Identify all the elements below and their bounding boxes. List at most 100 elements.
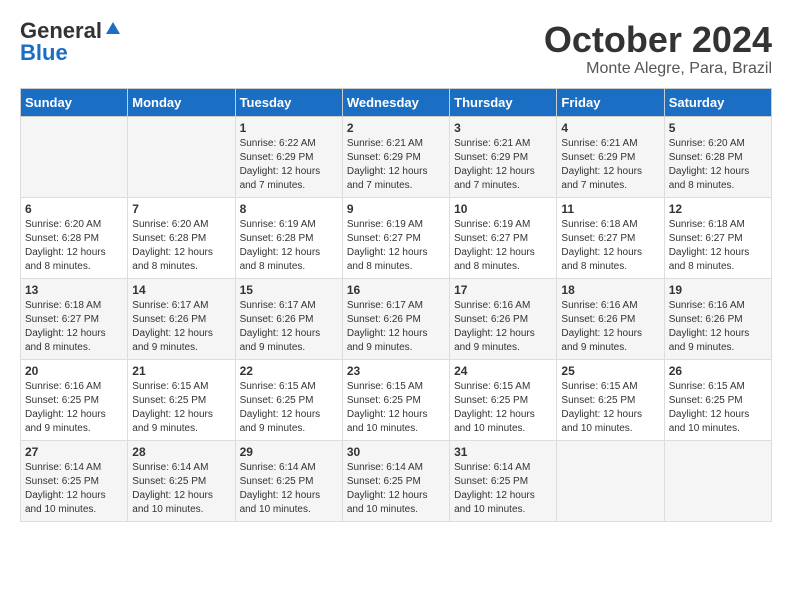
day-number: 27 (25, 445, 123, 459)
day-number: 30 (347, 445, 445, 459)
calendar-cell: 16 Sunrise: 6:17 AMSunset: 6:26 PMDayligh… (342, 278, 449, 359)
calendar-cell: 23Sunrise: 6:15 AMSunset: 6:25 PMDayligh… (342, 359, 449, 440)
logo: General Blue (20, 20, 122, 64)
day-number: 12 (669, 202, 767, 216)
day-info: Sunrise: 6:15 AMSunset: 6:25 PMDaylight:… (454, 380, 552, 436)
day-info: Sunrise: 6:16 AMSunset: 6:26 PMDaylight:… (669, 299, 767, 355)
day-number: 10 (454, 202, 552, 216)
day-number: 15 (240, 283, 338, 297)
day-info: Sunrise: 6:14 AMSunset: 6:25 PMDaylight:… (454, 461, 552, 517)
day-info: Sunrise: 6:21 AMSunset: 6:29 PMDaylight:… (347, 137, 445, 193)
calendar-week-row: 20 Sunrise: 6:16 AMSunset: 6:25 PMDayligh… (21, 359, 772, 440)
day-info: Sunrise: 6:14 AMSunset: 6:25 PMDaylight:… (240, 461, 338, 517)
day-number: 2 (347, 121, 445, 135)
day-info: Sunrise: 6:14 AMSunset: 6:25 PMDaylight:… (132, 461, 230, 517)
calendar-cell: 3 Sunrise: 6:21 AMSunset: 6:29 PMDaylight… (450, 116, 557, 197)
calendar-cell: 26 Sunrise: 6:15 AMSunset: 6:25 PMDayligh… (664, 359, 771, 440)
calendar-cell: 21Sunrise: 6:15 AMSunset: 6:25 PMDayligh… (128, 359, 235, 440)
day-info: Sunrise: 6:21 AMSunset: 6:29 PMDaylight:… (454, 137, 552, 193)
day-number: 22 (240, 364, 338, 378)
weekday-header-tuesday: Tuesday (235, 88, 342, 116)
day-info: Sunrise: 6:17 AMSunset: 6:26 PMDaylight:… (347, 299, 445, 355)
day-info: Sunrise: 6:21 AMSunset: 6:29 PMDaylight:… (561, 137, 659, 193)
day-number: 25 (561, 364, 659, 378)
calendar-cell: 31 Sunrise: 6:14 AMSunset: 6:25 PMDayligh… (450, 440, 557, 521)
day-number: 4 (561, 121, 659, 135)
day-info: Sunrise: 6:18 AMSunset: 6:27 PMDaylight:… (25, 299, 123, 355)
weekday-header-wednesday: Wednesday (342, 88, 449, 116)
day-info: Sunrise: 6:15 AMSunset: 6:25 PMDaylight:… (669, 380, 767, 436)
day-info: Sunrise: 6:16 AMSunset: 6:25 PMDaylight:… (25, 380, 123, 436)
day-number: 23 (347, 364, 445, 378)
day-number: 8 (240, 202, 338, 216)
day-number: 5 (669, 121, 767, 135)
day-number: 13 (25, 283, 123, 297)
weekday-header-sunday: Sunday (21, 88, 128, 116)
calendar-cell (557, 440, 664, 521)
calendar-cell: 30 Sunrise: 6:14 AMSunset: 6:25 PMDayligh… (342, 440, 449, 521)
location-subtitle: Monte Alegre, Para, Brazil (544, 60, 772, 78)
calendar-week-row: 13 Sunrise: 6:18 AMSunset: 6:27 PMDayligh… (21, 278, 772, 359)
day-info: Sunrise: 6:14 AMSunset: 6:25 PMDaylight:… (347, 461, 445, 517)
day-number: 20 (25, 364, 123, 378)
title-section: October 2024 Monte Alegre, Para, Brazil (544, 20, 772, 78)
calendar-cell: 15Sunrise: 6:17 AMSunset: 6:26 PMDayligh… (235, 278, 342, 359)
day-info: Sunrise: 6:15 AMSunset: 6:25 PMDaylight:… (132, 380, 230, 436)
calendar-cell: 24 Sunrise: 6:15 AMSunset: 6:25 PMDayligh… (450, 359, 557, 440)
day-number: 26 (669, 364, 767, 378)
weekday-header-thursday: Thursday (450, 88, 557, 116)
calendar-cell: 20 Sunrise: 6:16 AMSunset: 6:25 PMDayligh… (21, 359, 128, 440)
day-number: 3 (454, 121, 552, 135)
calendar-cell: 7Sunrise: 6:20 AMSunset: 6:28 PMDaylight… (128, 197, 235, 278)
calendar-cell: 25Sunrise: 6:15 AMSunset: 6:25 PMDayligh… (557, 359, 664, 440)
calendar-cell: 18 Sunrise: 6:16 AMSunset: 6:26 PMDayligh… (557, 278, 664, 359)
day-number: 28 (132, 445, 230, 459)
day-info: Sunrise: 6:17 AMSunset: 6:26 PMDaylight:… (132, 299, 230, 355)
calendar-cell: 13 Sunrise: 6:18 AMSunset: 6:27 PMDayligh… (21, 278, 128, 359)
calendar-week-row: 6 Sunrise: 6:20 AMSunset: 6:28 PMDaylight… (21, 197, 772, 278)
day-info: Sunrise: 6:14 AMSunset: 6:25 PMDaylight:… (25, 461, 123, 517)
calendar-cell: 11Sunrise: 6:18 AMSunset: 6:27 PMDayligh… (557, 197, 664, 278)
weekday-header-row: SundayMondayTuesdayWednesdayThursdayFrid… (21, 88, 772, 116)
calendar-cell: 27 Sunrise: 6:14 AMSunset: 6:25 PMDayligh… (21, 440, 128, 521)
day-number: 31 (454, 445, 552, 459)
weekday-header-saturday: Saturday (664, 88, 771, 116)
day-info: Sunrise: 6:19 AMSunset: 6:27 PMDaylight:… (454, 218, 552, 274)
calendar-cell: 10 Sunrise: 6:19 AMSunset: 6:27 PMDayligh… (450, 197, 557, 278)
day-info: Sunrise: 6:18 AMSunset: 6:27 PMDaylight:… (669, 218, 767, 274)
calendar-cell: 28 Sunrise: 6:14 AMSunset: 6:25 PMDayligh… (128, 440, 235, 521)
day-number: 24 (454, 364, 552, 378)
day-info: Sunrise: 6:15 AMSunset: 6:25 PMDaylight:… (240, 380, 338, 436)
day-info: Sunrise: 6:22 AMSunset: 6:29 PMDaylight:… (240, 137, 338, 193)
calendar-cell: 6 Sunrise: 6:20 AMSunset: 6:28 PMDaylight… (21, 197, 128, 278)
day-info: Sunrise: 6:20 AMSunset: 6:28 PMDaylight:… (25, 218, 123, 274)
calendar-cell: 4 Sunrise: 6:21 AMSunset: 6:29 PMDaylight… (557, 116, 664, 197)
day-number: 9 (347, 202, 445, 216)
day-info: Sunrise: 6:19 AMSunset: 6:28 PMDaylight:… (240, 218, 338, 274)
day-number: 6 (25, 202, 123, 216)
day-info: Sunrise: 6:20 AMSunset: 6:28 PMDaylight:… (669, 137, 767, 193)
calendar-cell: 14Sunrise: 6:17 AMSunset: 6:26 PMDayligh… (128, 278, 235, 359)
calendar-cell: 1Sunrise: 6:22 AMSunset: 6:29 PMDaylight… (235, 116, 342, 197)
logo-general: General (20, 20, 102, 42)
day-number: 19 (669, 283, 767, 297)
calendar-cell: 29 Sunrise: 6:14 AMSunset: 6:25 PMDayligh… (235, 440, 342, 521)
calendar-cell: 22 Sunrise: 6:15 AMSunset: 6:25 PMDayligh… (235, 359, 342, 440)
page-header: General Blue October 2024 Monte Alegre, … (20, 20, 772, 78)
calendar-table: SundayMondayTuesdayWednesdayThursdayFrid… (20, 88, 772, 522)
day-number: 18 (561, 283, 659, 297)
calendar-cell: 12 Sunrise: 6:18 AMSunset: 6:27 PMDayligh… (664, 197, 771, 278)
day-info: Sunrise: 6:16 AMSunset: 6:26 PMDaylight:… (561, 299, 659, 355)
day-info: Sunrise: 6:16 AMSunset: 6:26 PMDaylight:… (454, 299, 552, 355)
day-number: 29 (240, 445, 338, 459)
day-number: 17 (454, 283, 552, 297)
calendar-cell: 8 Sunrise: 6:19 AMSunset: 6:28 PMDaylight… (235, 197, 342, 278)
calendar-cell: 2 Sunrise: 6:21 AMSunset: 6:29 PMDaylight… (342, 116, 449, 197)
calendar-cell (128, 116, 235, 197)
calendar-week-row: 1Sunrise: 6:22 AMSunset: 6:29 PMDaylight… (21, 116, 772, 197)
weekday-header-monday: Monday (128, 88, 235, 116)
day-number: 11 (561, 202, 659, 216)
calendar-week-row: 27 Sunrise: 6:14 AMSunset: 6:25 PMDayligh… (21, 440, 772, 521)
day-number: 7 (132, 202, 230, 216)
day-number: 16 (347, 283, 445, 297)
